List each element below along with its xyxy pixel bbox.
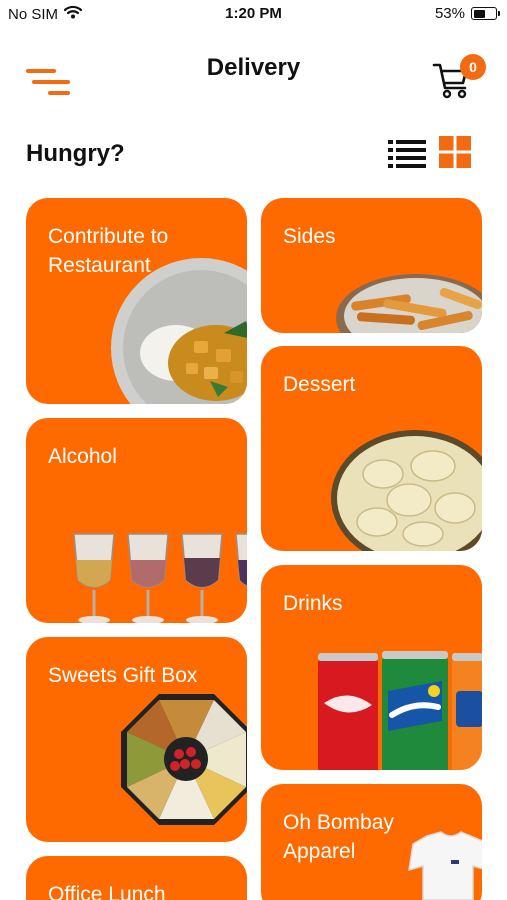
page-title: Delivery xyxy=(206,54,301,81)
status-right: 53% xyxy=(434,5,500,22)
menu-icon[interactable] xyxy=(24,55,70,95)
battery-percent: 53% xyxy=(434,5,465,22)
sweets-box-image xyxy=(121,694,247,825)
category-label: Office Lunch xyxy=(48,883,166,900)
category-label: Dessert xyxy=(283,373,356,396)
category-label: Sides xyxy=(283,225,336,248)
category-tile-sweets[interactable]: Sweets Gift Box xyxy=(26,637,247,842)
category-tile-office-lunch[interactable]: Office Lunch xyxy=(26,856,247,900)
cart-button[interactable]: 0 xyxy=(432,52,492,102)
grid-view-icon[interactable] xyxy=(439,136,471,168)
category-label: Alcohol xyxy=(48,445,117,468)
category-label: Drinks xyxy=(283,592,343,615)
category-tile-apparel[interactable]: Oh Bombay Apparel xyxy=(261,784,482,900)
list-view-icon[interactable] xyxy=(388,138,426,168)
dessert-bowl-image xyxy=(331,430,482,551)
battery-icon xyxy=(471,7,500,20)
section-title: Hungry? xyxy=(26,140,125,167)
soda-cans-image xyxy=(318,651,482,770)
cart-count-badge: 0 xyxy=(460,54,486,80)
category-tile-sides[interactable]: Sides xyxy=(261,198,482,333)
app-header: Delivery 0 xyxy=(0,40,507,100)
status-time: 1:20 PM xyxy=(225,5,282,22)
status-bar: No SIM 1:20 PM 53% xyxy=(0,0,507,30)
category-tile-dessert[interactable]: Dessert xyxy=(261,346,482,551)
category-label: Sweets Gift Box xyxy=(48,664,198,687)
category-label: Oh Bombay Apparel xyxy=(283,811,394,863)
category-tile-contribute[interactable]: Contribute to Restaurant xyxy=(26,198,247,404)
battery-fill xyxy=(473,9,485,18)
wine-glasses-image xyxy=(73,533,247,623)
category-tile-drinks[interactable]: Drinks xyxy=(261,565,482,770)
fries-bowl-image xyxy=(336,274,482,333)
category-tile-alcohol[interactable]: Alcohol xyxy=(26,418,247,623)
category-label: Contribute to Restaurant xyxy=(48,225,169,277)
